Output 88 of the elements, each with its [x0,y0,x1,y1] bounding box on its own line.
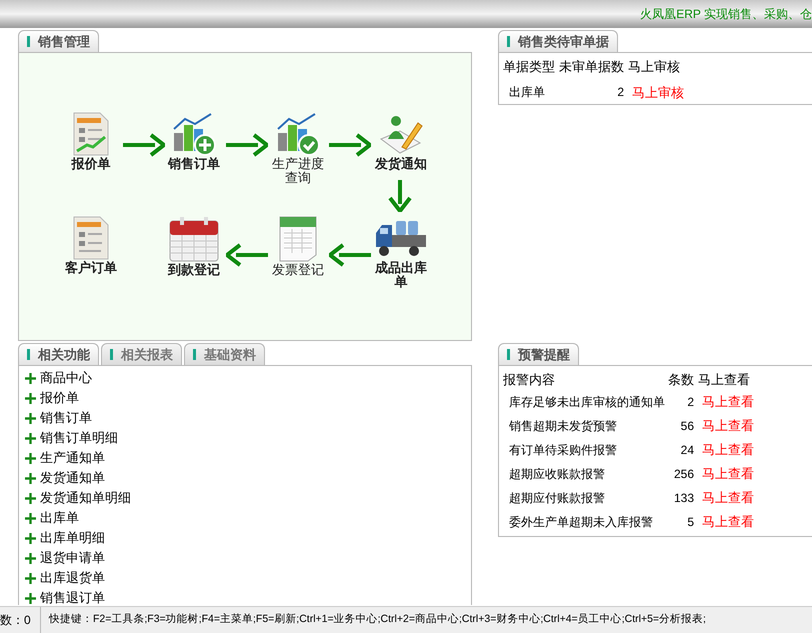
plus-icon [25,392,36,404]
panel-tab[interactable]: 销售类待审单据 [498,30,618,52]
flow-node[interactable]: 发票登记 [256,215,340,277]
column-header: 未审单据数 [559,58,624,76]
plus-icon [25,372,36,384]
view-link[interactable]: 马上查看 [702,488,754,508]
plus-icon [25,532,36,544]
flow-node[interactable]: 销售订单 [152,111,236,171]
function-item[interactable]: 销售退订单 [25,588,471,605]
review-link[interactable]: 马上审核 [632,82,684,102]
function-item[interactable]: 发货通知单明细 [25,488,471,508]
flow-node-label: 生产进度查询 [271,157,325,185]
flow-arrow [226,132,268,158]
flow-node-label: 报价单 [70,157,112,171]
view-link[interactable]: 马上查看 [702,440,754,460]
function-item[interactable]: 出库单 [25,508,471,528]
table-cell-text: 256 [672,466,694,482]
function-item[interactable]: 报价单 [25,388,471,408]
flow-node[interactable]: 生产进度查询 [256,111,340,185]
flow-node-label: 到款登记 [166,263,221,277]
plus-icon [25,592,36,604]
table-cell-text: 出库单 [509,84,546,102]
function-item[interactable]: 销售订单 [25,408,471,428]
flow-node[interactable]: 成品出库单 [359,215,443,289]
flow-node-label: 发票登记 [271,263,325,277]
panel-tab[interactable]: 相关功能 [18,343,99,365]
flow-node-label: 发货通知 [374,157,428,171]
table-cell-text: 销售超期未发货预警 [509,418,618,434]
flow-node[interactable]: 到款登记 [152,215,236,277]
panel-tab[interactable]: 预警提醒 [498,343,579,365]
flow-node-label: 客户订单 [64,261,118,275]
column-header: 马上审核 [628,58,680,76]
document-icon [71,111,111,157]
function-item[interactable]: 退货申请单 [25,548,471,568]
flow-arrow [123,132,165,158]
column-header: 马上查看 [698,371,750,389]
flow-arrow [226,242,268,268]
flow-node[interactable]: 客户订单 [49,215,133,275]
column-header: 条数 [668,371,695,389]
function-item[interactable]: 销售订单明细 [25,428,471,448]
table-cell-text: 超期应付账款报警 [509,490,606,506]
column-header: 报警内容 [503,371,556,389]
flow-node-label: 销售订单 [166,157,221,171]
table-cell-text: 133 [672,490,694,506]
plus-icon [25,412,36,424]
column-header: 单据类型 [503,58,555,76]
header-slogan: 火凤凰ERP 实现销售、采购、仓 [640,6,812,23]
chart-icon [275,111,321,157]
flow-arrow [387,180,413,212]
view-link[interactable]: 马上查看 [702,416,754,436]
view-link[interactable]: 马上查看 [702,512,754,532]
status-count: 数：0 [0,612,32,629]
plus-icon [25,452,36,464]
flow-arrow [329,242,371,268]
table-cell-text: 超期应收账款报警 [509,466,606,482]
flow-node[interactable]: 发货通知 [359,111,443,171]
plus-icon [25,552,36,564]
flow-arrow [329,132,371,158]
function-item[interactable]: 出库单明细 [25,528,471,548]
panel-tab[interactable]: 相关报表 [101,343,182,365]
view-link[interactable]: 马上查看 [702,392,754,412]
function-item[interactable]: 生产通知单 [25,448,471,468]
document-icon [71,215,111,261]
table-cell-text: 委外生产单超期未入库报警 [509,514,654,530]
plus-icon [25,492,36,504]
table-cell-text: 5 [686,514,694,530]
table-cell-text: 56 [680,418,694,434]
spreadsheet-icon [278,215,318,263]
panel-tab[interactable]: 基础资料 [184,343,265,365]
table-cell-text: 24 [680,442,694,458]
function-item[interactable]: 发货通知单 [25,468,471,488]
table-cell-text: 2 [616,84,624,102]
panel-tab[interactable]: 销售管理 [18,30,99,52]
calendar-icon [168,215,220,263]
table-cell-text: 有订单待采购件报警 [509,442,618,458]
plus-icon [25,472,36,484]
plus-icon [25,572,36,584]
plus-icon [25,432,36,444]
chart-icon [171,111,217,157]
view-link[interactable]: 马上查看 [702,464,754,484]
table-cell-text: 2 [686,394,694,410]
shortcut-hints: 快捷键：F2=工具条;F3=功能树;F4=主菜单;F5=刷新;Ctrl+1=业务中心;Ctrl+2=商品中心;Ctrl+3=财务中心;Ctrl+4=员工中心;Ctrl+5=分析报表; [40,607,706,633]
function-item[interactable]: 出库退货单 [25,568,471,588]
table-cell-text: 库存足够未出库审核的通知单 [509,394,664,410]
plus-icon [25,512,36,524]
function-item[interactable]: 商品中心 [25,368,471,388]
flow-node[interactable]: 报价单 [49,111,133,171]
flow-node-label: 成品出库单 [374,261,428,289]
